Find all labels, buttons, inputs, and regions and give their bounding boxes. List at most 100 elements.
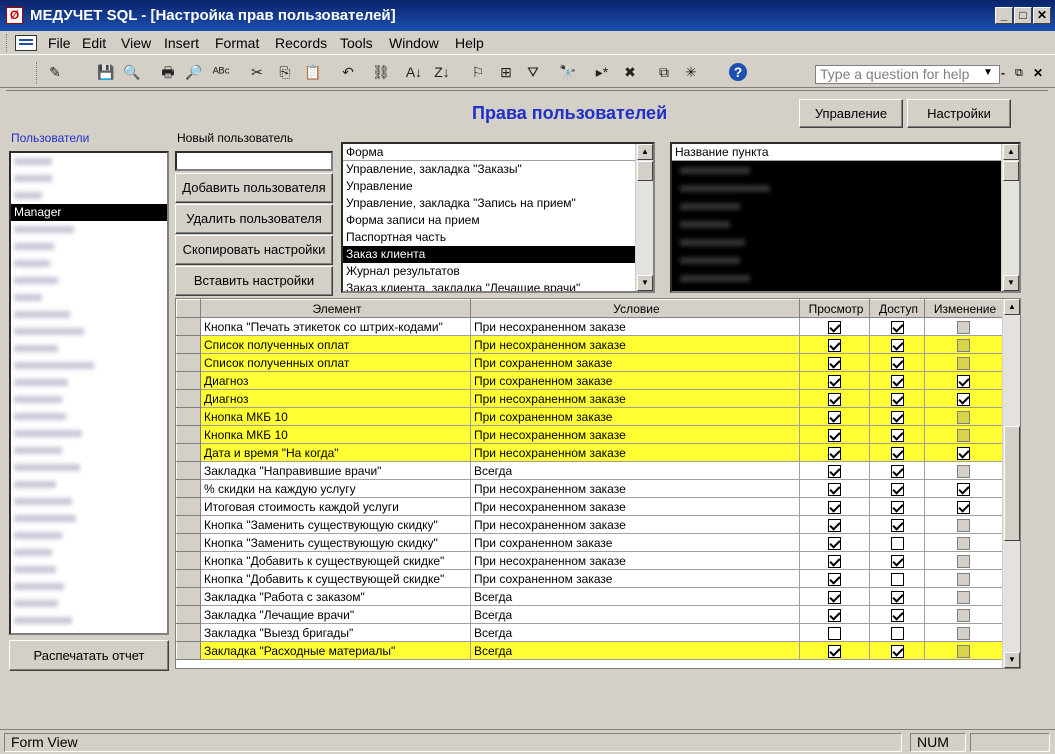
element-cell[interactable]: Закладка "Работа с заказом" — [200, 587, 471, 606]
scroll-down-icon[interactable]: ▼ — [1003, 275, 1019, 291]
element-cell[interactable]: Итоговая стоимость каждой услуги — [200, 497, 471, 516]
element-cell[interactable]: % скидки на каждую услугу — [200, 479, 471, 498]
user-item[interactable] — [11, 408, 167, 425]
access-checkbox[interactable] — [890, 608, 904, 622]
grid-row[interactable]: Кнопка "Заменить существующую скидку" При… — [176, 515, 1003, 534]
record-selector[interactable] — [176, 353, 201, 372]
change-checkbox[interactable] — [957, 500, 970, 514]
element-cell[interactable]: Список полученных оплат — [200, 335, 471, 354]
view-checkbox[interactable] — [828, 626, 841, 640]
view-checkbox[interactable] — [828, 518, 841, 532]
record-selector[interactable] — [176, 587, 201, 606]
user-item-selected[interactable]: Manager — [11, 204, 167, 221]
form-icon[interactable] — [15, 35, 37, 51]
grid-row[interactable]: Кнопка "Добавить к существующей скидке" П… — [176, 569, 1003, 588]
condition-cell[interactable]: При несохраненном заказе — [470, 443, 800, 462]
spelling-icon[interactable]: ᴬᴮᶜ — [210, 61, 232, 83]
condition-cell[interactable]: Всегда — [470, 641, 800, 660]
access-checkbox[interactable] — [890, 500, 904, 514]
condition-cell[interactable]: При несохраненном заказе — [470, 551, 800, 570]
access-checkbox[interactable] — [890, 338, 904, 352]
condition-cell[interactable]: Всегда — [470, 587, 800, 606]
grid-row[interactable]: Список полученных оплат При несохраненном… — [176, 335, 1003, 354]
maximize-icon[interactable]: □ — [1014, 7, 1032, 24]
condition-cell[interactable]: При несохраненном заказе — [470, 389, 800, 408]
change-checkbox[interactable] — [957, 482, 970, 496]
form-list-item[interactable]: Управление, закладка "Запись на прием" — [343, 195, 635, 212]
view-checkbox[interactable] — [828, 392, 841, 406]
grid-row[interactable]: Закладка "Выезд бригады" Всегда — [176, 623, 1003, 642]
view-checkbox[interactable] — [828, 464, 841, 478]
items-list[interactable]: Название пункта ▲ ▼ — [670, 142, 1021, 293]
access-checkbox[interactable] — [890, 590, 904, 604]
change-checkbox[interactable] — [957, 356, 970, 370]
column-header[interactable]: Условие — [470, 299, 800, 318]
view-checkbox[interactable] — [828, 608, 841, 622]
element-cell[interactable]: Кнопка "Печать этикеток со штрих-кодами" — [200, 317, 471, 336]
condition-cell[interactable]: При несохраненном заказе — [470, 317, 800, 336]
manage-button[interactable]: Управление — [799, 99, 903, 128]
print-preview-icon[interactable]: 🔎 — [183, 61, 205, 83]
view-checkbox[interactable] — [828, 554, 841, 568]
record-selector[interactable] — [176, 443, 201, 462]
access-checkbox[interactable] — [890, 626, 904, 640]
items-scrollbar[interactable]: ▲ ▼ — [1001, 144, 1019, 291]
form-list-item[interactable]: Управление, закладка "Заказы" — [343, 161, 635, 178]
record-selector[interactable] — [176, 479, 201, 498]
cut-icon[interactable]: ✂ — [246, 61, 268, 83]
view-checkbox[interactable] — [828, 410, 841, 424]
save-icon[interactable]: 💾 — [95, 61, 117, 83]
view-checkbox[interactable] — [828, 320, 841, 334]
print-icon[interactable]: 🖶 — [157, 61, 179, 83]
element-cell[interactable]: Кнопка МКБ 10 — [200, 407, 471, 426]
view-checkbox[interactable] — [828, 536, 841, 550]
paste-icon[interactable]: 📋 — [302, 61, 324, 83]
filter-by-form-icon[interactable]: ⊞ — [495, 61, 517, 83]
access-checkbox[interactable] — [890, 644, 904, 658]
change-checkbox[interactable] — [957, 374, 970, 388]
element-cell[interactable]: Список полученных оплат — [200, 353, 471, 372]
new-record-icon[interactable]: ▸* — [591, 61, 613, 83]
change-checkbox[interactable] — [957, 554, 970, 568]
change-checkbox[interactable] — [957, 518, 970, 532]
form-list-item[interactable]: Управление — [343, 178, 635, 195]
change-checkbox[interactable] — [957, 392, 970, 406]
access-checkbox[interactable] — [890, 536, 904, 550]
scroll-thumb[interactable] — [1003, 161, 1019, 181]
condition-cell[interactable]: Всегда — [470, 623, 800, 642]
record-selector[interactable] — [176, 389, 201, 408]
user-item[interactable] — [11, 391, 167, 408]
change-checkbox[interactable] — [957, 446, 970, 460]
menu-file[interactable]: File — [48, 35, 71, 51]
record-selector[interactable] — [176, 515, 201, 534]
filter-by-selection-icon[interactable]: ⚐ — [467, 61, 489, 83]
user-item[interactable] — [11, 221, 167, 238]
users-list[interactable]: Manager — [9, 151, 169, 635]
user-item[interactable] — [11, 527, 167, 544]
access-checkbox[interactable] — [890, 572, 904, 586]
column-header[interactable]: Доступ — [869, 299, 925, 318]
menu-view[interactable]: View — [121, 35, 151, 51]
access-checkbox[interactable] — [890, 392, 904, 406]
element-cell[interactable]: Кнопка МКБ 10 — [200, 425, 471, 444]
view-checkbox[interactable] — [828, 428, 841, 442]
change-checkbox[interactable] — [957, 428, 970, 442]
grid-row[interactable]: Закладка "Работа с заказом" Всегда — [176, 587, 1003, 606]
condition-cell[interactable]: При несохраненном заказе — [470, 335, 800, 354]
access-checkbox[interactable] — [890, 482, 904, 496]
database-window-icon[interactable]: ⧉ — [653, 61, 675, 83]
user-item[interactable] — [11, 612, 167, 629]
help-icon[interactable]: ? — [729, 63, 747, 81]
change-checkbox[interactable] — [957, 536, 970, 550]
access-checkbox[interactable] — [890, 374, 904, 388]
record-selector[interactable] — [176, 407, 201, 426]
user-item[interactable] — [11, 272, 167, 289]
record-selector[interactable] — [176, 641, 201, 660]
user-item[interactable] — [11, 153, 167, 170]
column-header[interactable]: Изменение — [924, 299, 1003, 318]
user-item[interactable] — [11, 459, 167, 476]
grid-row[interactable]: Диагноз При сохраненном заказе — [176, 371, 1003, 390]
paste-settings-button[interactable]: Вставить настройки — [175, 266, 333, 296]
sort-ascending-icon[interactable]: A↓ — [403, 61, 425, 83]
user-item[interactable] — [11, 340, 167, 357]
